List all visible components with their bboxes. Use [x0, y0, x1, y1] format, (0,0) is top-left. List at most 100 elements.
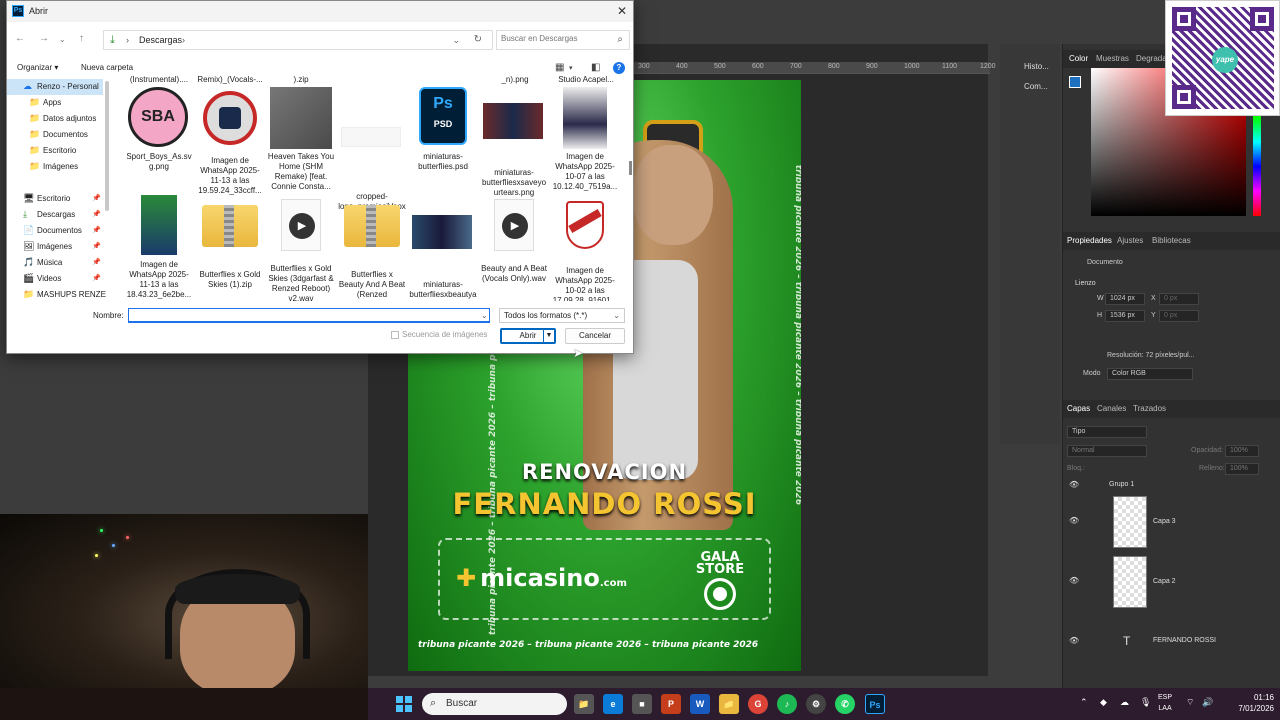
fill-field[interactable]: 100% [1225, 463, 1259, 475]
tab-color[interactable]: Color [1069, 54, 1088, 63]
file-item[interactable]: Butterflies x Beauty And A Beat (Renzed … [338, 195, 406, 301]
tab-adjustments[interactable]: Ajustes [1117, 236, 1143, 245]
file-item[interactable]: Ps PSD miniaturas-butterflies.psd [409, 87, 477, 172]
nav-item-documents-cloud[interactable]: 📁 Documentos [7, 127, 103, 143]
tab-swatches[interactable]: Muestras [1096, 54, 1129, 63]
file-item[interactable]: ▶ Beauty and A Beat (Vocals Only).wav [480, 195, 548, 284]
layer-name[interactable]: Capa 2 [1153, 578, 1176, 585]
organize-button[interactable]: Organizar ▾ [17, 63, 58, 72]
mode-select[interactable]: Color RGB [1107, 368, 1193, 380]
nav-item-music[interactable]: 🎵 Música 📌 [7, 255, 103, 271]
nav-item-attachments[interactable]: 📁 Datos adjuntos [7, 111, 103, 127]
mic-icon[interactable]: 🎙 [1140, 697, 1151, 708]
search-input[interactable] [501, 34, 611, 43]
nav-item-downloads[interactable]: ⤓ Descargas 📌 [7, 207, 103, 223]
chrome-icon[interactable]: G [748, 694, 768, 714]
nav-item-images-cloud[interactable]: 📁 Imágenes [7, 159, 103, 175]
photoshop-taskbar-icon[interactable]: Ps [865, 694, 885, 714]
cloud-icon[interactable]: ☁ [1120, 697, 1129, 708]
chevron-down-icon[interactable]: ▼ [543, 330, 554, 342]
volume-icon[interactable]: 🔊 [1202, 697, 1213, 708]
open-button[interactable]: Abrir ▼ [500, 328, 556, 344]
file-item[interactable]: miniaturas-butterfliesxsaveyourtears.png [480, 87, 548, 198]
eye-icon[interactable]: 👁 [1069, 576, 1079, 585]
store-icon[interactable]: ■ [632, 694, 652, 714]
back-arrow-icon[interactable]: ← [15, 33, 25, 44]
nav-item-desktop-cloud[interactable]: 📁 Escritorio [7, 143, 103, 159]
file-type-select[interactable]: Todos los formatos (*.*) ⌄ [499, 308, 625, 323]
language-indicator[interactable]: ESP LAA [1158, 692, 1172, 714]
settings-icon[interactable]: ⚙ [806, 694, 826, 714]
collapsed-panel-item[interactable]: Com... [1024, 82, 1048, 91]
refresh-icon[interactable]: ↻ [474, 34, 482, 45]
forward-arrow-icon[interactable]: → [39, 33, 49, 44]
nav-item-documents[interactable]: 📄 Documentos 📌 [7, 223, 103, 239]
file-item[interactable]: SBA Sport_Boys_As.svg.png [125, 87, 193, 172]
nav-scrollbar[interactable] [105, 81, 109, 211]
y-field[interactable]: 0 px [1159, 310, 1199, 322]
view-options-icon[interactable]: ▦ [555, 62, 564, 73]
search-box[interactable]: ⌕ [496, 30, 630, 50]
chevron-down-icon[interactable]: ▾ [569, 64, 573, 72]
file-item[interactable]: Butterflies x Gold Skies (1).zip [196, 195, 264, 290]
width-field[interactable]: 1024 px [1105, 293, 1145, 305]
tab-paths[interactable]: Trazados [1133, 404, 1166, 413]
wifi-icon[interactable]: ⌔ [1186, 697, 1194, 708]
windows-start-icon[interactable] [396, 696, 412, 712]
up-arrow-icon[interactable]: ↑ [79, 33, 84, 44]
file-item[interactable]: Imagen de WhatsApp 2025-11-13 a las 18.4… [125, 195, 193, 300]
file-item[interactable]: miniaturas-butterfliesxbeautyandabeat.pn… [409, 195, 477, 301]
task-view-icon[interactable]: 📁 [574, 694, 594, 714]
chevron-down-icon[interactable]: ⌄ [59, 35, 66, 44]
x-field[interactable]: 0 px [1159, 293, 1199, 305]
nav-item-apps[interactable]: 📁 Apps [7, 95, 103, 111]
new-folder-button[interactable]: Nueva carpeta [81, 63, 133, 72]
nav-item-desktop[interactable]: 🖥 Escritorio 📌 [7, 191, 103, 207]
nav-item-images[interactable]: 🖼 Imágenes 📌 [7, 239, 103, 255]
word-icon[interactable]: W [690, 694, 710, 714]
chevron-down-icon[interactable]: ⌄ [481, 311, 488, 320]
blend-mode-select[interactable]: Normal [1067, 445, 1147, 457]
close-icon[interactable]: ✕ [617, 4, 627, 18]
file-item[interactable]: Imagen de WhatsApp 2025-10-02 a las 17.0… [551, 195, 619, 301]
chevron-right-icon[interactable]: › [182, 35, 185, 45]
file-name-input[interactable] [128, 308, 490, 323]
nav-item-onedrive[interactable]: ☁ Renzo - Personal [7, 79, 103, 95]
opacity-field[interactable]: 100% [1225, 445, 1259, 457]
tab-libraries[interactable]: Bibliotecas [1152, 236, 1191, 245]
preview-pane-icon[interactable]: ◧ [591, 62, 600, 73]
tab-layers[interactable]: Capas [1067, 404, 1090, 413]
eye-icon[interactable]: 👁 [1069, 516, 1079, 525]
file-scrollbar[interactable] [629, 161, 632, 175]
chevron-up-icon[interactable]: ⌃ [1080, 697, 1088, 708]
tray-app-icon[interactable]: ◆ [1100, 697, 1107, 708]
chevron-down-icon[interactable]: ⌄ [452, 35, 460, 46]
file-explorer-icon[interactable]: 📁 [719, 694, 739, 714]
spotify-icon[interactable]: ♪ [777, 694, 797, 714]
foreground-color-swatch[interactable] [1069, 76, 1081, 88]
help-icon[interactable]: ? [613, 62, 625, 74]
layer-name[interactable]: Capa 3 [1153, 518, 1176, 525]
image-sequence-option[interactable]: Secuencia de imágenes [391, 330, 487, 339]
eye-icon[interactable]: 👁 [1069, 636, 1079, 645]
file-item[interactable]: Heaven Takes You Home (SHM Remake) [feat… [267, 87, 335, 192]
file-item[interactable]: Imagen de WhatsApp 2025-11-13 a las 19.5… [196, 87, 264, 196]
layer-name[interactable]: FERNANDO ROSSI [1153, 637, 1216, 644]
eye-icon[interactable]: 👁 [1069, 480, 1079, 489]
tab-properties[interactable]: Propiedades [1067, 236, 1112, 245]
file-item[interactable]: ▶ Butterflies x Gold Skies (3dgarfast & … [267, 195, 335, 301]
clock[interactable]: 01:16 7/01/2026 [1224, 692, 1274, 714]
edge-icon[interactable]: e [603, 694, 623, 714]
taskbar-search[interactable]: ⌕ Buscar [422, 693, 567, 715]
tab-channels[interactable]: Canales [1097, 404, 1126, 413]
nav-item-videos[interactable]: 🎬 Videos 📌 [7, 271, 103, 287]
layer-group-name[interactable]: Grupo 1 [1109, 481, 1134, 488]
file-item[interactable]: Imagen de WhatsApp 2025-10-07 a las 10.1… [551, 87, 619, 192]
address-location[interactable]: Descargas [139, 35, 182, 45]
address-bar[interactable]: ⤓ › Descargas › ⌄ ↻ [103, 30, 493, 50]
layer-thumbnail[interactable] [1113, 496, 1147, 548]
layer-filter-select[interactable]: Tipo [1067, 426, 1147, 438]
height-field[interactable]: 1536 px [1105, 310, 1145, 322]
powerpoint-icon[interactable]: P [661, 694, 681, 714]
cancel-button[interactable]: Cancelar [565, 328, 625, 344]
